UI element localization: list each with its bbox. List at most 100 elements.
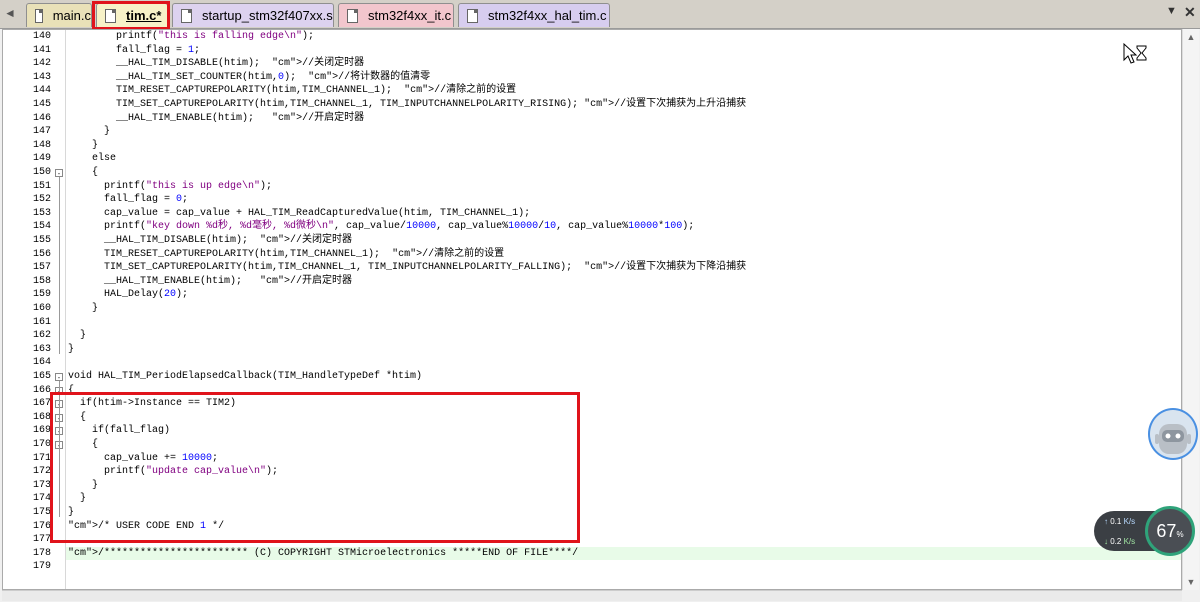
code-line[interactable]: else	[66, 152, 1181, 166]
code-line[interactable]: void HAL_TIM_PeriodElapsedCallback(TIM_H…	[66, 370, 1181, 384]
code-line-text: __HAL_TIM_SET_COUNTER(htim,0); "cm">//将计…	[68, 71, 431, 83]
code-line[interactable]: fall_flag = 0;	[66, 193, 1181, 207]
close-tab-icon[interactable]: ✕	[1184, 4, 1196, 21]
code-line[interactable]: TIM_SET_CAPTUREPOLARITY(htim,TIM_CHANNEL…	[66, 261, 1181, 275]
code-line-text: "cm">/* USER CODE END 1 */	[68, 520, 225, 532]
scroll-up-icon[interactable]: ▲	[1185, 31, 1197, 43]
code-line-text: __HAL_TIM_DISABLE(htim); "cm">//关闭定时器	[68, 58, 365, 70]
line-number: 141	[32, 44, 51, 56]
line-number: 168	[32, 411, 51, 423]
line-number: 162	[32, 330, 51, 342]
fold-toggle-icon[interactable]: -	[55, 169, 63, 178]
code-line-text: "cm">/************************ (C) COPYR…	[68, 547, 579, 559]
code-line-text: if(fall_flag)	[68, 425, 171, 437]
line-number: 177	[32, 534, 51, 546]
line-number: 173	[32, 479, 51, 491]
download-speed: ↓ 0.2 K/s	[1104, 537, 1136, 546]
line-number: 143	[32, 71, 51, 83]
line-number: 178	[32, 547, 51, 559]
busy-cursor-icon	[1123, 42, 1147, 64]
code-line[interactable]: printf("update cap_value\n");	[66, 465, 1181, 479]
code-line[interactable]: __HAL_TIM_DISABLE(htim); "cm">//关闭定时器	[66, 57, 1181, 71]
code-line[interactable]: {	[66, 166, 1181, 180]
code-line[interactable]: __HAL_TIM_ENABLE(htim); "cm">//开启定时器	[66, 275, 1181, 289]
code-line[interactable]: TIM_RESET_CAPTUREPOLARITY(htim,TIM_CHANN…	[66, 84, 1181, 98]
code-line[interactable]: }	[66, 506, 1181, 520]
line-number: 140	[32, 31, 51, 42]
code-line[interactable]: }	[66, 329, 1181, 343]
line-number: 151	[32, 180, 51, 192]
code-line-text: else	[68, 153, 117, 165]
code-line[interactable]: "cm">/************************ (C) COPYR…	[66, 547, 1181, 561]
code-line[interactable]: }	[66, 492, 1181, 506]
line-number: 167	[32, 398, 51, 410]
code-line[interactable]	[66, 533, 1181, 547]
code-line-text: }	[68, 303, 99, 314]
code-line[interactable]: printf("this is falling edge\n");	[66, 30, 1181, 44]
code-line[interactable]: if(htim->Instance == TIM2)	[66, 397, 1181, 411]
code-line[interactable]: cap_value += 10000;	[66, 452, 1181, 466]
code-line[interactable]: TIM_SET_CAPTUREPOLARITY(htim,TIM_CHANNEL…	[66, 98, 1181, 112]
code-line-text: {	[68, 167, 99, 178]
line-number: 145	[32, 99, 51, 110]
tab-scroll-left-icon[interactable]: ◄	[4, 6, 16, 20]
line-number: 154	[32, 221, 51, 233]
code-line[interactable]: fall_flag = 1;	[66, 44, 1181, 58]
code-line[interactable]: HAL_Delay(20);	[66, 288, 1181, 302]
code-area[interactable]: printf("this is falling edge\n"); fall_f…	[66, 30, 1181, 589]
tab-tim-c[interactable]: tim.c*	[96, 3, 168, 27]
code-line[interactable]: }	[66, 343, 1181, 357]
code-editor[interactable]: 140 141 142 143 144 145 146 147 148 149 150-151 152…	[2, 29, 1182, 590]
code-line[interactable]: printf("key down %d秒, %d毫秒, %d微秒\n", cap…	[66, 220, 1181, 234]
code-line[interactable]: {	[66, 384, 1181, 398]
code-line[interactable]: }	[66, 125, 1181, 139]
assistant-robot-icon[interactable]	[1148, 408, 1198, 460]
code-line-text: void HAL_TIM_PeriodElapsedCallback(TIM_H…	[68, 371, 423, 382]
code-line[interactable]: TIM_RESET_CAPTUREPOLARITY(htim,TIM_CHANN…	[66, 248, 1181, 262]
tab-main-c[interactable]: main.c	[26, 3, 92, 27]
code-line[interactable]: {	[66, 438, 1181, 452]
fold-toggle-icon[interactable]: -	[55, 373, 63, 382]
code-line-text: }	[68, 479, 99, 491]
code-line[interactable]: __HAL_TIM_SET_COUNTER(htim,0); "cm">//将计…	[66, 71, 1181, 85]
code-line[interactable]: "cm">/* USER CODE END 1 */	[66, 520, 1181, 534]
tab-startup-s[interactable]: startup_stm32f407xx.s	[172, 3, 334, 27]
tab-list-dropdown-icon[interactable]: ▼	[1166, 5, 1177, 17]
line-number: 172	[32, 466, 51, 478]
tab-label: stm32f4xx_it.c	[368, 8, 452, 23]
scroll-down-icon[interactable]: ▼	[1185, 576, 1197, 588]
code-line-text: printf("update cap_value\n");	[68, 466, 279, 478]
line-number: 174	[32, 493, 51, 505]
code-line[interactable]	[66, 316, 1181, 330]
code-line[interactable]: }	[66, 302, 1181, 316]
code-line[interactable]: __HAL_TIM_ENABLE(htim); "cm">//开启定时器	[66, 112, 1181, 126]
line-number: 150	[32, 167, 51, 178]
code-line-text: TIM_RESET_CAPTUREPOLARITY(htim,TIM_CHANN…	[68, 248, 505, 260]
code-line[interactable]: {	[66, 411, 1181, 425]
fold-guide-line	[59, 177, 60, 354]
memory-usage-gauge[interactable]: 67%	[1145, 506, 1195, 556]
code-line[interactable]: __HAL_TIM_DISABLE(htim); "cm">//关闭定时器	[66, 234, 1181, 248]
line-number: 156	[32, 248, 51, 260]
code-line[interactable]	[66, 356, 1181, 370]
line-number: 164	[32, 357, 51, 369]
line-number: 158	[32, 275, 51, 287]
tab-stm32f4xx-it-c[interactable]: stm32f4xx_it.c	[338, 3, 454, 27]
line-number: 176	[32, 520, 51, 532]
code-line[interactable]: printf("this is up edge\n");	[66, 180, 1181, 194]
line-number: 157	[32, 262, 51, 274]
line-number: 144	[32, 85, 51, 97]
horizontal-scrollbar[interactable]	[2, 590, 1182, 601]
code-line-text: fall_flag = 1;	[68, 44, 201, 56]
code-line[interactable]: cap_value = cap_value + HAL_TIM_ReadCapt…	[66, 207, 1181, 221]
code-line[interactable]: }	[66, 139, 1181, 153]
code-line-text: fall_flag = 0;	[68, 194, 189, 206]
tab-stm32f4xx-hal-tim-c[interactable]: stm32f4xx_hal_tim.c	[458, 3, 610, 27]
code-line-text: printf("this is up edge\n");	[68, 180, 273, 192]
line-number: 165	[32, 371, 51, 382]
code-line[interactable]	[66, 560, 1181, 574]
code-line[interactable]: if(fall_flag)	[66, 424, 1181, 438]
line-number: 152	[32, 194, 51, 206]
vertical-scrollbar[interactable]: ▲ ▼	[1182, 29, 1199, 590]
code-line[interactable]: }	[66, 479, 1181, 493]
